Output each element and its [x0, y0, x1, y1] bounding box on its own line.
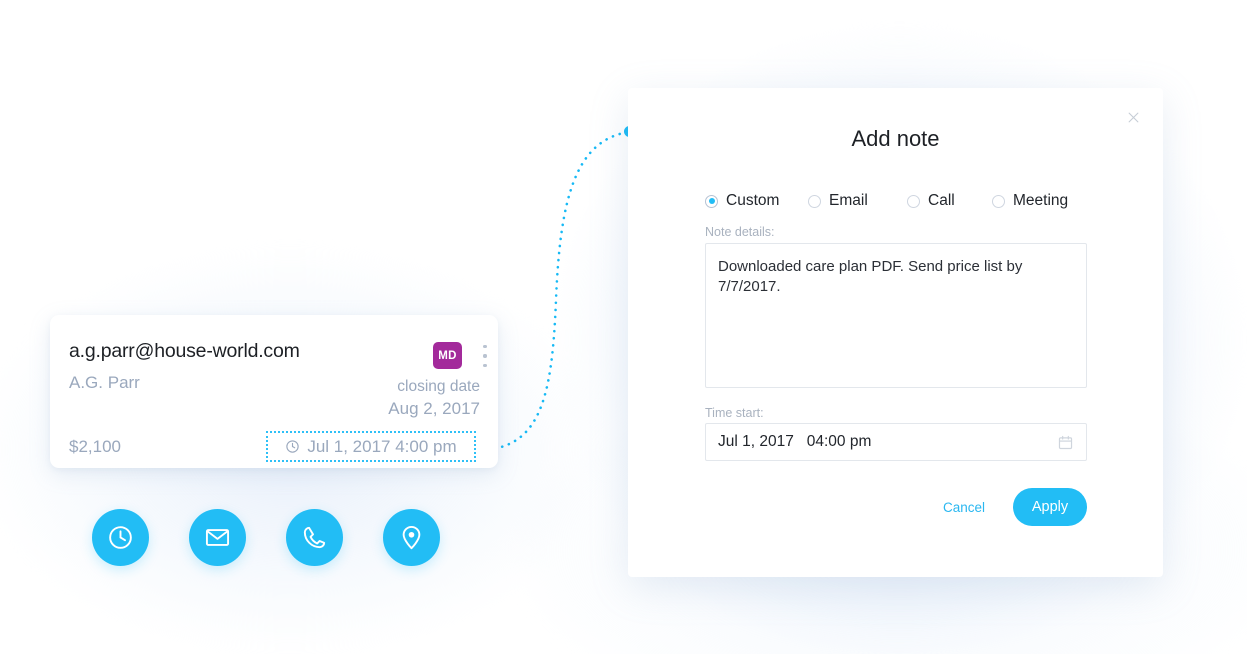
- time-start-field[interactable]: Jul 1, 2017 04:00 pm: [705, 423, 1087, 461]
- note-details-label: Note details:: [705, 225, 775, 239]
- radio-option-call[interactable]: Call: [907, 192, 992, 210]
- apply-button[interactable]: Apply: [1013, 488, 1087, 526]
- radio-option-email[interactable]: Email: [808, 192, 907, 210]
- closing-date-label: closing date: [397, 378, 480, 395]
- radio-label-custom: Custom: [726, 192, 780, 209]
- card-amount: $2,100: [69, 437, 121, 456]
- phone-icon: [303, 526, 326, 549]
- calendar-icon[interactable]: [1057, 434, 1074, 451]
- action-location-button[interactable]: [383, 509, 440, 566]
- action-call-button[interactable]: [286, 509, 343, 566]
- radio-mark-call: [907, 194, 920, 208]
- date-pill[interactable]: Jul 1, 2017 4:00 pm: [266, 431, 476, 462]
- modal-button-row: Cancel Apply: [937, 488, 1087, 526]
- screen: a.g.parr@house-world.com A.G. Parr $2,10…: [0, 0, 1247, 654]
- more-vertical-icon[interactable]: [477, 343, 493, 369]
- radio-mark-custom: [705, 194, 718, 208]
- action-email-button[interactable]: [189, 509, 246, 566]
- card-email: a.g.parr@house-world.com: [69, 340, 300, 362]
- card-contact-name: A.G. Parr: [69, 373, 140, 392]
- add-note-modal: Add note Custom Email Call Meeting Note …: [628, 88, 1163, 577]
- radio-label-meeting: Meeting: [1013, 192, 1069, 209]
- radio-mark-meeting: [992, 194, 1005, 208]
- map-pin-icon: [402, 526, 421, 550]
- note-type-radio-group: Custom Email Call Meeting: [705, 192, 1068, 210]
- deal-card[interactable]: a.g.parr@house-world.com A.G. Parr $2,10…: [50, 315, 498, 468]
- closing-date-value: Aug 2, 2017: [388, 399, 480, 418]
- action-button-row: [92, 509, 440, 566]
- time-start-value: Jul 1, 2017 04:00 pm: [718, 433, 872, 450]
- envelope-icon: [205, 529, 230, 546]
- page-title: Add note: [851, 126, 940, 151]
- avatar: MD: [433, 342, 462, 369]
- note-details-input[interactable]: [705, 243, 1087, 388]
- action-clock-button[interactable]: [92, 509, 149, 566]
- clock-icon: [109, 526, 132, 549]
- radio-label-email: Email: [829, 192, 868, 209]
- radio-option-meeting[interactable]: Meeting: [992, 192, 1068, 210]
- radio-option-custom[interactable]: Custom: [705, 192, 808, 210]
- radio-label-call: Call: [928, 192, 955, 209]
- cancel-button[interactable]: Cancel: [937, 496, 991, 519]
- clock-icon: [286, 440, 300, 453]
- radio-mark-email: [808, 194, 821, 208]
- date-pill-value: Jul 1, 2017 4:00 pm: [307, 436, 457, 456]
- time-start-label: Time start:: [705, 406, 764, 420]
